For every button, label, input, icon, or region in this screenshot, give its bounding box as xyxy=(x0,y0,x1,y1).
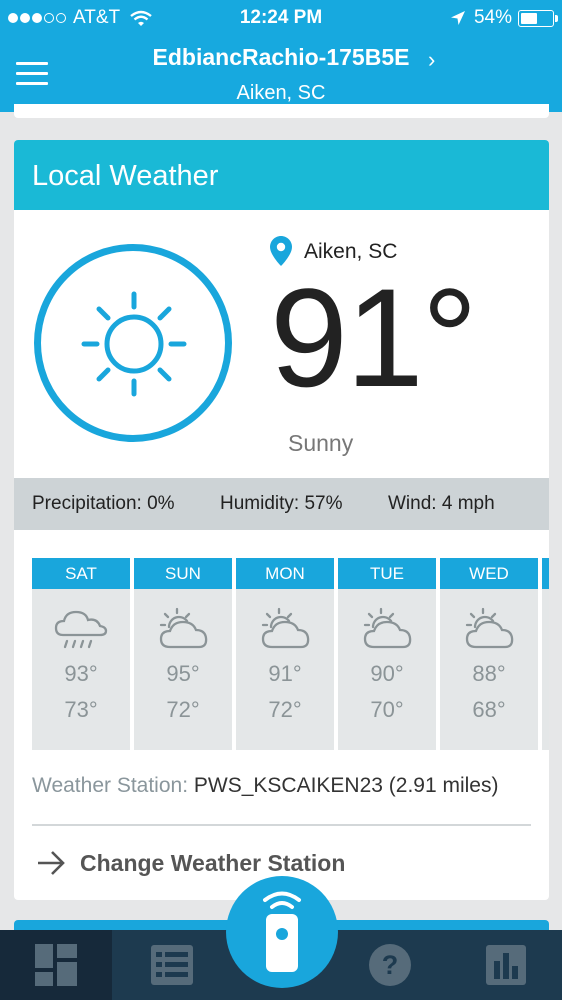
day-high: 95° xyxy=(166,661,200,686)
rain-icon xyxy=(54,610,108,649)
tab-dashboard[interactable] xyxy=(0,930,112,1000)
sun-icon xyxy=(81,291,187,397)
dashboard-icon xyxy=(35,944,77,986)
remote-button[interactable] xyxy=(226,876,338,988)
card-title: Local Weather xyxy=(14,140,549,210)
device-location: Aiken, SC xyxy=(236,82,326,104)
station-value: PWS_KSCAIKEN23 (2.91 miles) xyxy=(193,774,499,797)
forecast-day: SUN 95° 72° xyxy=(134,558,232,750)
day-low: 73° xyxy=(64,697,98,722)
forecast-day-partial xyxy=(542,558,549,750)
device-title[interactable]: EdbiancRachio-175B5E xyxy=(0,44,562,71)
day-name: WED xyxy=(440,558,538,589)
svg-text:?: ? xyxy=(382,950,399,980)
tab-list[interactable] xyxy=(116,930,228,1000)
battery-percent: 54% xyxy=(473,7,512,28)
current-temperature: 91° xyxy=(270,259,478,416)
day-high: 91° xyxy=(268,661,302,686)
forecast-day: WED 88° 68° xyxy=(440,558,538,750)
chart-icon xyxy=(486,945,526,985)
humidity-stat: Humidity: 57% xyxy=(220,493,343,514)
battery-icon xyxy=(518,9,558,27)
remote-icon xyxy=(263,891,301,972)
day-low: 72° xyxy=(166,697,200,722)
day-low: 70° xyxy=(370,697,404,722)
forecast-day: MON 91° 72° xyxy=(236,558,334,750)
previous-card-edge xyxy=(14,104,549,118)
arrow-right-icon xyxy=(38,851,65,875)
status-bar: AT&T 12:24 PM 54% xyxy=(0,0,562,36)
day-name: MON xyxy=(236,558,334,589)
tab-help[interactable]: ? xyxy=(334,930,446,1000)
partly-cloudy-icon xyxy=(159,607,208,649)
day-low: 68° xyxy=(472,697,506,722)
day-name: SUN xyxy=(134,558,232,589)
day-high: 93° xyxy=(64,661,98,686)
weather-stats-bar: Precipitation: 0% Humidity: 57% Wind: 4 … xyxy=(14,478,549,530)
list-icon xyxy=(151,945,193,985)
change-station-label: Change Weather Station xyxy=(80,849,346,876)
wind-stat: Wind: 4 mph xyxy=(388,493,495,514)
current-condition-badge xyxy=(34,244,232,442)
divider xyxy=(32,824,531,826)
change-station-button[interactable]: Change Weather Station xyxy=(36,846,345,880)
station-label: Weather Station: xyxy=(32,774,194,797)
app-header: AT&T 12:24 PM 54% EdbiancRachio-175B5E ›… xyxy=(0,0,562,112)
tab-reports[interactable] xyxy=(450,930,562,1000)
forecast-strip[interactable]: SAT 93° 73° SUN 95° 72° MON 91° 72° TUE xyxy=(32,558,549,750)
day-name: SAT xyxy=(32,558,130,589)
current-condition: Sunny xyxy=(288,430,354,456)
day-name: TUE xyxy=(338,558,436,589)
forecast-day: SAT 93° 73° xyxy=(32,558,130,750)
precipitation-stat: Precipitation: 0% xyxy=(32,493,175,514)
day-high: 88° xyxy=(472,661,506,686)
partly-cloudy-icon xyxy=(261,607,310,649)
partly-cloudy-icon xyxy=(465,607,514,649)
local-weather-card: Local Weather Aiken, SC 91° Sunny Precip… xyxy=(14,140,549,900)
chevron-right-icon[interactable]: › xyxy=(428,47,435,73)
help-icon: ? xyxy=(369,944,411,986)
location-arrow-icon xyxy=(450,11,465,25)
day-high: 90° xyxy=(370,661,404,686)
partly-cloudy-icon xyxy=(363,607,412,649)
weather-station: Weather Station: PWS_KSCAIKEN23 (2.91 mi… xyxy=(32,774,498,798)
day-low: 72° xyxy=(268,697,302,722)
forecast-day: TUE 90° 70° xyxy=(338,558,436,750)
